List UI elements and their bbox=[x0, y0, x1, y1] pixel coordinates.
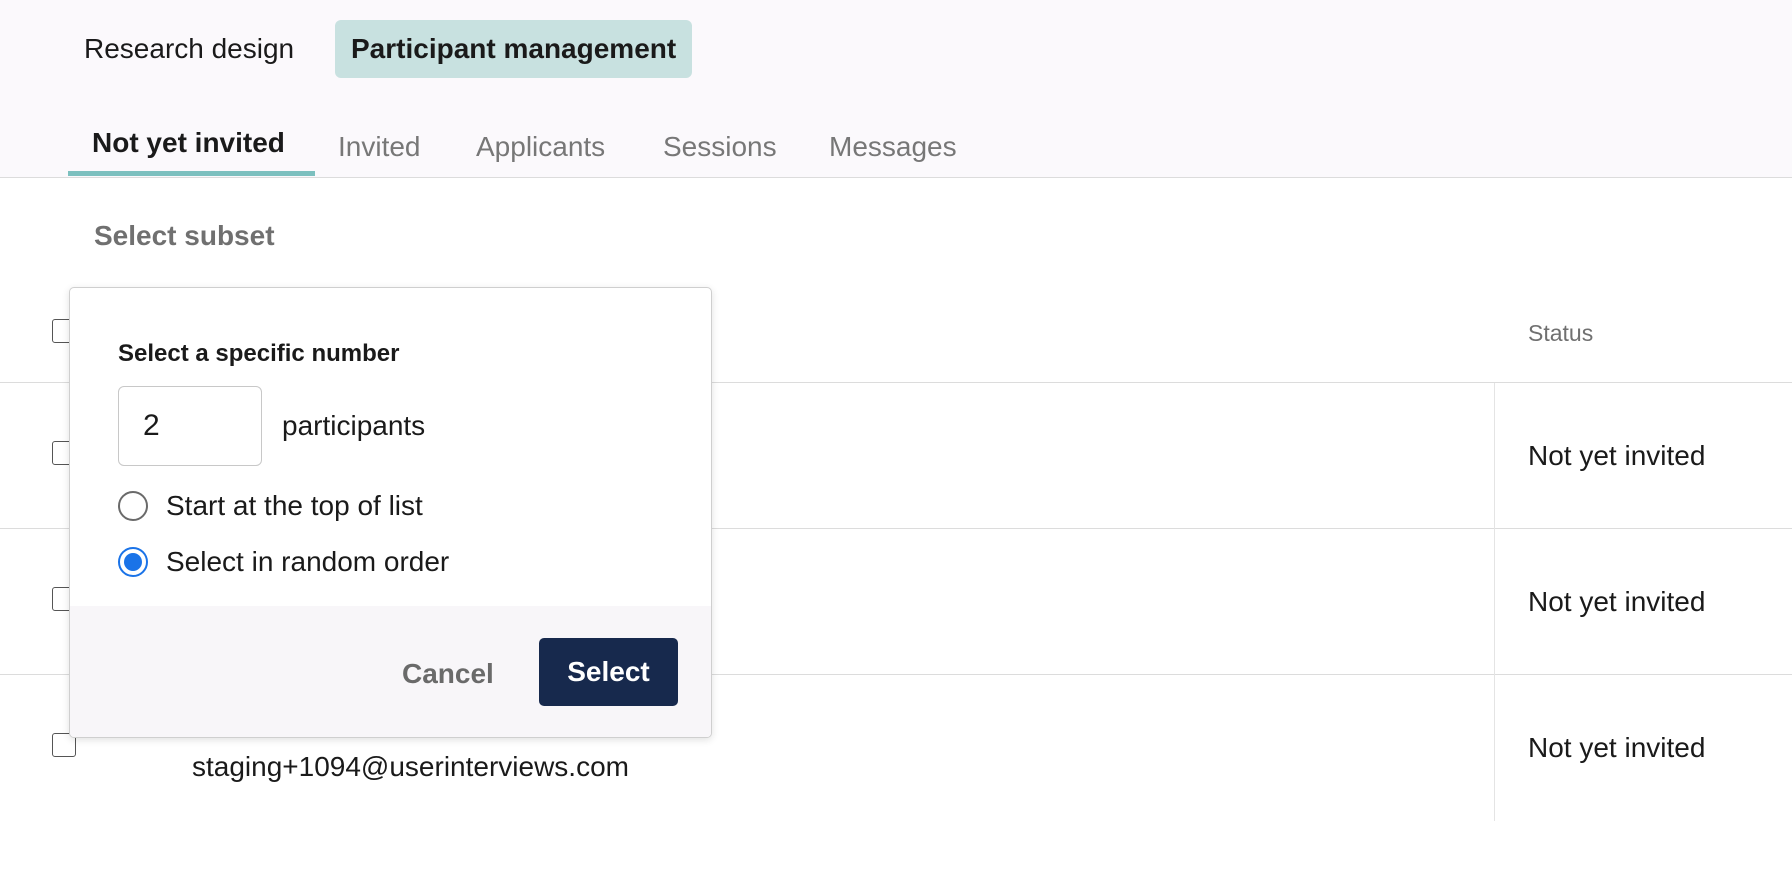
header: Research design Participant management N… bbox=[0, 0, 1792, 178]
participant-count-input[interactable]: 2 bbox=[118, 386, 262, 466]
radio-label: Start at the top of list bbox=[166, 490, 423, 521]
status-cell: Not yet invited bbox=[1528, 586, 1706, 617]
select-subset-title: Select subset bbox=[94, 220, 275, 251]
participants-suffix: participants bbox=[282, 410, 426, 441]
subtab-messages[interactable]: Messages bbox=[829, 124, 957, 180]
active-tab-indicator bbox=[68, 171, 315, 176]
status-cell: Not yet invited bbox=[1528, 732, 1706, 763]
tab-research-design[interactable]: Research design bbox=[68, 20, 310, 78]
radio-label: Select in random order bbox=[166, 546, 450, 577]
subtab-not-yet-invited[interactable]: Not yet invited bbox=[92, 120, 285, 176]
status-cell: Not yet invited bbox=[1528, 440, 1706, 471]
radio-random-order[interactable]: Select in random order bbox=[118, 545, 449, 579]
radio-checked-icon[interactable] bbox=[118, 547, 148, 577]
specific-number-label: Select a specific number bbox=[118, 340, 400, 367]
cancel-button[interactable]: Cancel bbox=[386, 640, 510, 708]
select-subset-popover: Select a specific number 2 participants … bbox=[69, 287, 712, 738]
subtab-sessions[interactable]: Sessions bbox=[663, 124, 777, 180]
tab-participant-management[interactable]: Participant management bbox=[335, 20, 693, 78]
subtab-applicants[interactable]: Applicants bbox=[476, 124, 605, 180]
popover-footer: Cancel Select bbox=[70, 606, 711, 737]
select-button[interactable]: Select bbox=[539, 638, 678, 706]
radio-unchecked-icon[interactable] bbox=[118, 491, 148, 521]
participant-email: staging+1094@userinterviews.com bbox=[192, 751, 629, 782]
subtab-invited[interactable]: Invited bbox=[338, 124, 421, 180]
radio-start-top[interactable]: Start at the top of list bbox=[118, 489, 423, 523]
status-column-header: Status bbox=[1528, 320, 1594, 346]
column-divider bbox=[1494, 383, 1495, 821]
